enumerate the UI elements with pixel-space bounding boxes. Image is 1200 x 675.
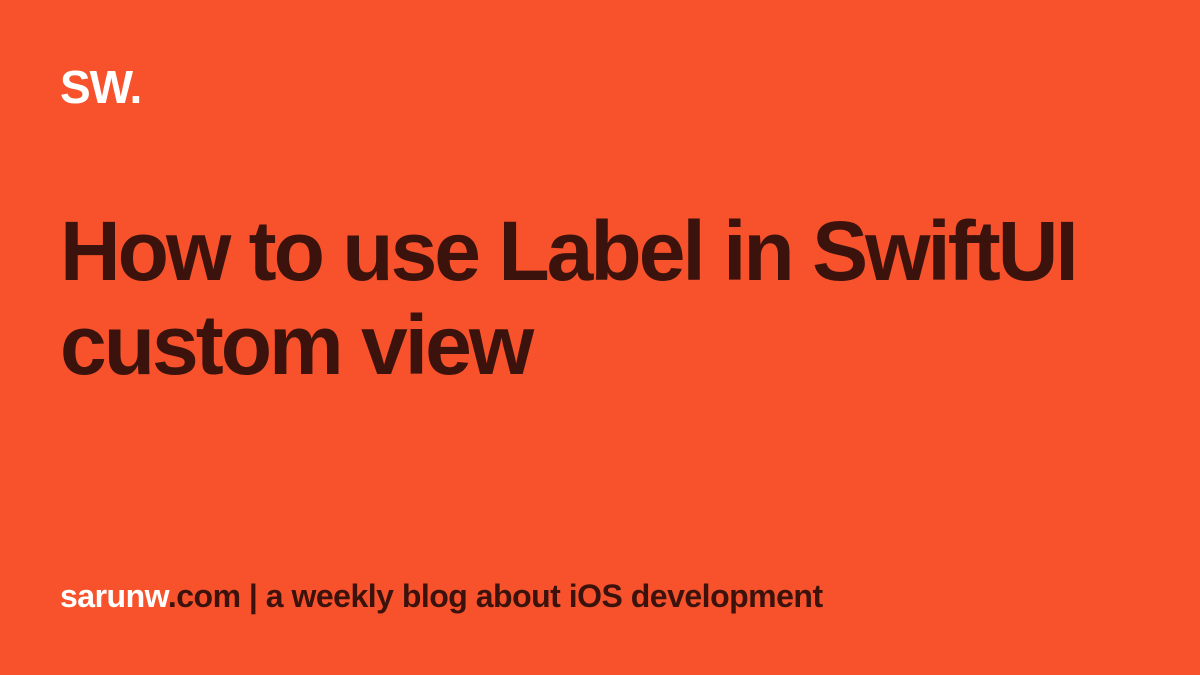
article-title: How to use Label in SwiftUI custom view — [60, 204, 1140, 578]
footer-description: a weekly blog about iOS development — [266, 578, 823, 614]
footer-tld: .com — [168, 578, 241, 614]
footer-sitename: sarunw — [60, 578, 168, 614]
footer-tagline: sarunw.com | a weekly blog about iOS dev… — [60, 578, 1140, 615]
footer-separator: | — [241, 578, 266, 614]
site-logo: SW. — [60, 60, 1140, 114]
